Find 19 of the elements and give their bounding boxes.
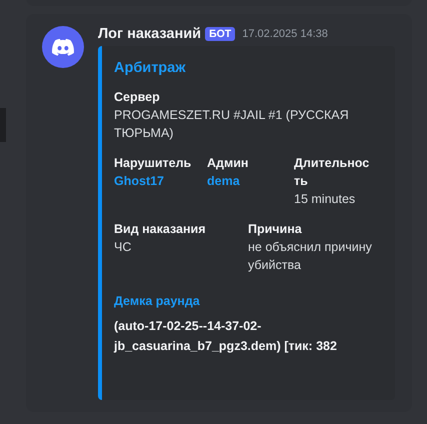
field-name: Длительность	[294, 155, 370, 190]
user-mention[interactable]: Ghost17	[114, 172, 207, 190]
field-name: Сервер	[114, 89, 161, 106]
user-mention[interactable]: dema	[207, 172, 294, 190]
field-value: ЧС	[114, 239, 132, 256]
field-name: Демка раунда	[114, 293, 201, 310]
timestamp: 17.02.2025 14:38	[242, 28, 328, 40]
bot-badge: БОТ	[205, 27, 236, 41]
avatar-icon	[42, 26, 84, 68]
field-value: не объяснил причину убийства	[248, 239, 373, 274]
field-name: Админ	[207, 155, 250, 172]
field-name: Причина	[248, 221, 303, 238]
field-name: Вид наказания	[114, 221, 207, 238]
field-value: 15 minutes	[294, 191, 356, 208]
field-value: (auto-17-02-25--14-37-02-jb_casuarina_b7_pgz3.dem) [тик: 382	[114, 318, 338, 355]
author-name[interactable]: Лог наказаний	[98, 26, 202, 42]
field-name: Нарушитель	[114, 155, 192, 172]
embed-title: Арбитраж	[114, 60, 187, 76]
field-value: PROGAMESZET.RU #JAIL #1 (РУССКАЯ ТЮРЬМА)	[114, 107, 350, 142]
